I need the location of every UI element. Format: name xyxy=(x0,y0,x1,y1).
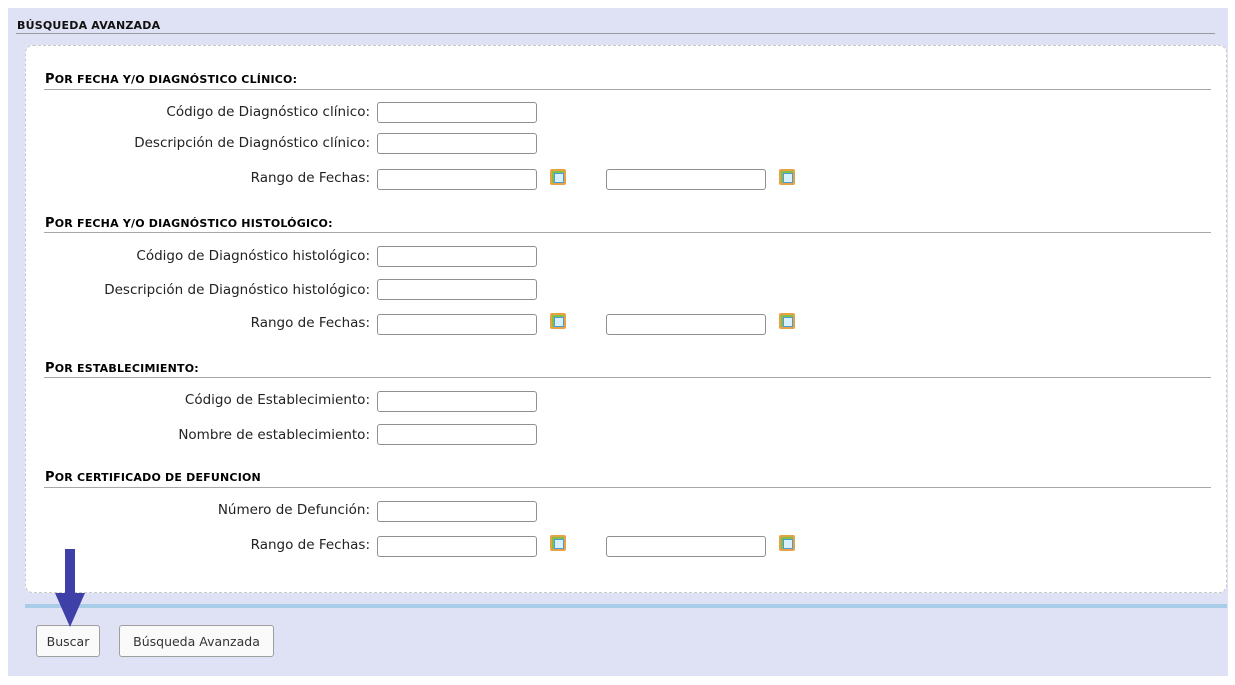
histological-date-to-input[interactable] xyxy=(606,314,766,335)
field-label: Descripción de Diagnóstico histológico: xyxy=(104,282,370,298)
calendar-icon[interactable] xyxy=(779,169,795,185)
field-label: Número de Defunción: xyxy=(217,502,370,518)
clinical-diagnosis-description-input[interactable] xyxy=(377,133,537,154)
field-label: Código de Establecimiento: xyxy=(184,392,370,408)
section-divider xyxy=(44,89,1211,90)
down-arrow-icon xyxy=(55,549,85,627)
search-button[interactable]: Buscar xyxy=(36,625,100,657)
field-label: Rango de Fechas: xyxy=(250,315,370,331)
calendar-icon[interactable] xyxy=(779,313,795,329)
section-divider xyxy=(44,232,1211,233)
establishment-name-input[interactable] xyxy=(377,424,537,445)
field-label: Descripción de Diagnóstico clínico: xyxy=(134,135,370,151)
clinical-date-from-input[interactable] xyxy=(377,169,537,190)
section-title-death-certificate: POR CERTIFICADO DE DEFUNCION xyxy=(45,470,261,485)
death-date-to-input[interactable] xyxy=(606,536,766,557)
clinical-date-to-input[interactable] xyxy=(606,169,766,190)
death-date-from-input[interactable] xyxy=(377,536,537,557)
calendar-icon[interactable] xyxy=(550,535,566,551)
field-label: Nombre de establecimiento: xyxy=(178,427,370,443)
title-divider xyxy=(16,33,1215,34)
histological-diagnosis-description-input[interactable] xyxy=(377,279,537,300)
form-footer-divider xyxy=(25,604,1227,608)
advanced-search-button[interactable]: Búsqueda Avanzada xyxy=(119,625,274,657)
page-title: BÚSQUEDA AVANZADA xyxy=(17,19,161,32)
field-label: Código de Diagnóstico histológico: xyxy=(136,248,370,264)
calendar-icon[interactable] xyxy=(550,169,566,185)
clinical-diagnosis-code-input[interactable] xyxy=(377,102,537,123)
section-title-histological: POR FECHA Y/O DIAGNÓSTICO HISTOLÓGICO: xyxy=(45,216,333,231)
establishment-code-input[interactable] xyxy=(377,391,537,412)
field-label: Rango de Fechas: xyxy=(250,170,370,186)
calendar-icon[interactable] xyxy=(550,313,566,329)
field-label: Código de Diagnóstico clínico: xyxy=(166,104,370,120)
section-title-clinical: POR FECHA Y/O DIAGNÓSTICO CLÍNICO: xyxy=(45,72,298,87)
section-divider xyxy=(44,487,1211,488)
histological-diagnosis-code-input[interactable] xyxy=(377,246,537,267)
field-label: Rango de Fechas: xyxy=(250,537,370,553)
death-number-input[interactable] xyxy=(377,501,537,522)
calendar-icon[interactable] xyxy=(779,535,795,551)
section-divider xyxy=(44,377,1211,378)
histological-date-from-input[interactable] xyxy=(377,314,537,335)
section-title-establishment: POR ESTABLECIMIENTO: xyxy=(45,361,199,376)
